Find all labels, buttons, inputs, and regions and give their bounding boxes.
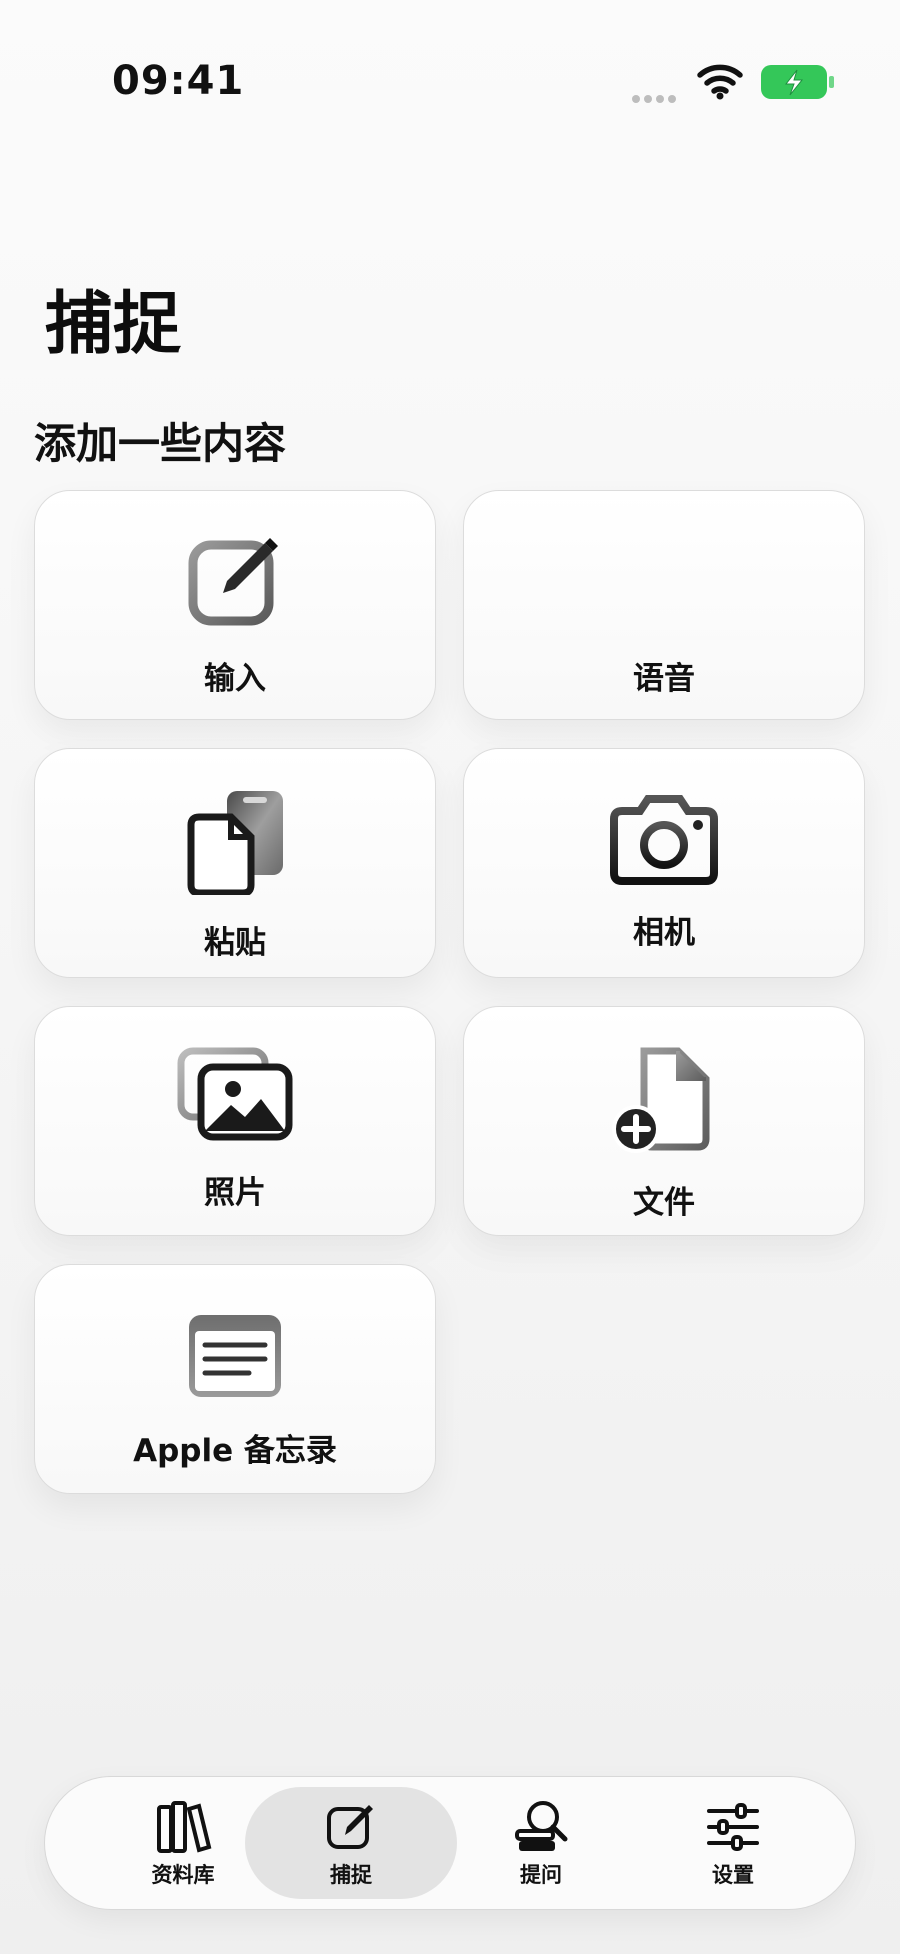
- books-icon: [157, 1801, 212, 1853]
- compose-icon: [188, 538, 278, 626]
- apple-notes-card[interactable]: Apple 备忘录: [34, 1264, 436, 1494]
- battery-charging-icon: [761, 65, 834, 99]
- file-add-icon: [612, 1047, 710, 1153]
- paste-icon: [187, 791, 283, 895]
- tab-label: 提问: [520, 1863, 562, 1887]
- tab-ask[interactable]: 提问: [435, 1787, 647, 1899]
- ask-icon: [515, 1801, 568, 1851]
- tab-label: 捕捉: [330, 1863, 372, 1887]
- notes-icon: [189, 1315, 281, 1397]
- card-label: 输入: [204, 661, 266, 697]
- status-time: 09:41: [112, 58, 245, 104]
- tab-capture[interactable]: 捕捉: [245, 1787, 457, 1899]
- paste-card[interactable]: 粘贴: [34, 748, 436, 978]
- section-title: 添加一些内容: [34, 419, 287, 468]
- card-label: 相机: [633, 915, 695, 951]
- card-label: 照片: [204, 1175, 266, 1211]
- photos-icon: [177, 1047, 293, 1141]
- signal-dots-icon: [632, 88, 680, 107]
- photos-card[interactable]: 照片: [34, 1006, 436, 1236]
- tab-settings[interactable]: 设置: [627, 1787, 839, 1899]
- card-label: 文件: [633, 1185, 695, 1221]
- card-label: 粘贴: [204, 925, 266, 961]
- file-card[interactable]: 文件: [463, 1006, 865, 1236]
- compose-icon: [327, 1805, 373, 1849]
- wifi-icon: [697, 64, 743, 100]
- camera-card[interactable]: 相机: [463, 748, 865, 978]
- tab-label: 设置: [712, 1863, 754, 1887]
- waveform-icon: [621, 530, 711, 630]
- status-bar: 09:41: [0, 0, 900, 150]
- page-title: 捕捉: [45, 285, 182, 364]
- card-label: 语音: [633, 661, 695, 697]
- tab-bar: 资料库 捕捉 提问 设置: [44, 1776, 856, 1910]
- card-label: Apple 备忘录: [133, 1433, 337, 1469]
- voice-card[interactable]: 语音: [463, 490, 865, 720]
- compose-card[interactable]: 输入: [34, 490, 436, 720]
- sliders-icon: [707, 1803, 759, 1851]
- camera-icon: [610, 795, 718, 885]
